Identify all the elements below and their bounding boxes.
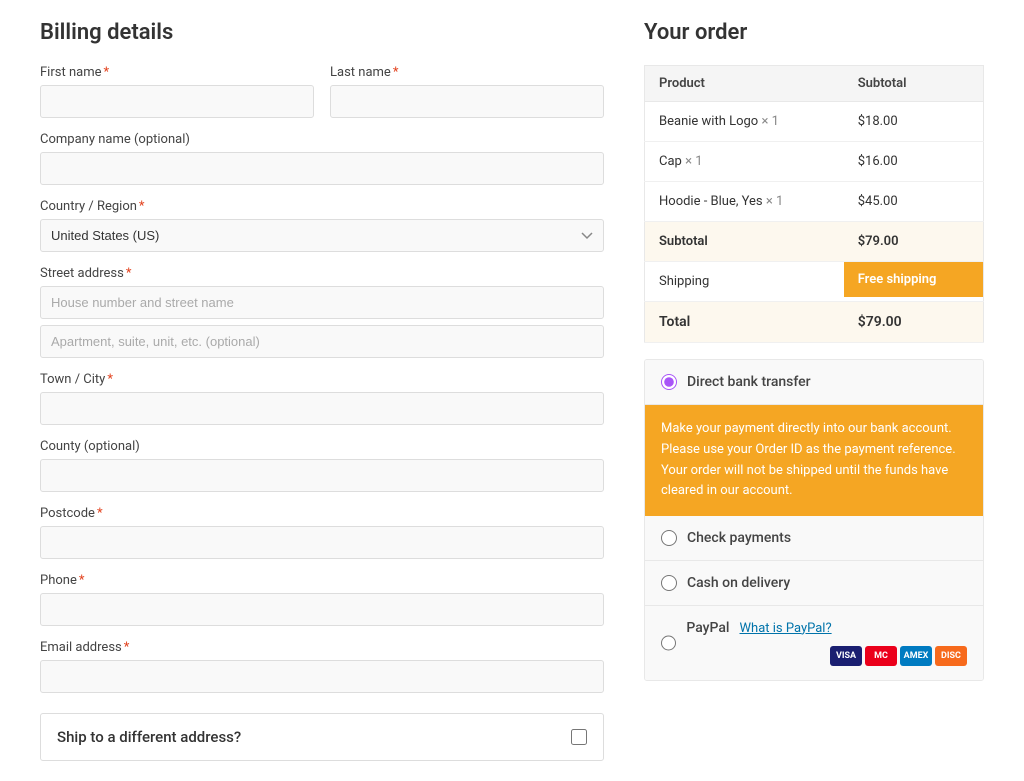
postcode-group: Postcode* [40,506,604,559]
phone-input[interactable] [40,593,604,626]
col-product: Product [645,66,844,102]
payment-option-paypal: PayPal What is PayPal? VISA MC AMEX DISC [645,606,983,680]
shipping-row: Shipping Free shipping [645,262,984,302]
country-group: Country / Region* United States (US) [40,199,604,252]
city-input[interactable] [40,392,604,425]
email-label: Email address* [40,640,604,655]
company-label: Company name (optional) [40,132,604,147]
payment-label-paypal[interactable]: PayPal [686,620,729,636]
total-label: Total [645,302,844,343]
order-section: Your order Product Subtotal Beanie with … [644,20,984,761]
last-name-label: Last name* [330,65,604,80]
payment-options: Direct bank transfer Make your payment d… [644,359,984,681]
street-label: Street address* [40,266,604,281]
payment-label-check[interactable]: Check payments [687,530,791,546]
name-row: First name* Last name* [40,65,604,118]
item-name: Hoodie - Blue, Yes × 1 [645,182,844,222]
subtotal-label: Subtotal [645,222,844,262]
paypal-link[interactable]: What is PayPal? [740,621,832,636]
amex-icon: AMEX [900,646,932,666]
county-input[interactable] [40,459,604,492]
company-input[interactable] [40,152,604,185]
phone-label: Phone* [40,573,604,588]
ship-different-toggle[interactable]: Ship to a different address? [40,713,604,761]
payment-option-bank: Direct bank transfer [645,360,983,405]
last-name-input[interactable] [330,85,604,118]
payment-radio-check[interactable] [661,530,677,546]
phone-group: Phone* [40,573,604,626]
free-shipping-badge: Free shipping [844,262,983,297]
page-container: Billing details First name* Last name* C… [40,20,984,761]
last-name-group: Last name* [330,65,604,118]
order-item-row: Beanie with Logo × 1 $18.00 [645,102,984,142]
col-subtotal: Subtotal [844,66,984,102]
payment-option-check: Check payments [645,516,983,561]
paypal-icons: VISA MC AMEX DISC [830,646,967,666]
first-name-group: First name* [40,65,314,118]
order-item-row: Cap × 1 $16.00 [645,142,984,182]
bank-transfer-info: Make your payment directly into our bank… [645,405,983,516]
discover-icon: DISC [935,646,967,666]
company-group: Company name (optional) [40,132,604,185]
billing-heading: Billing details [40,20,604,45]
street-input-1[interactable] [40,286,604,319]
ship-different-checkbox[interactable] [571,729,587,745]
street-input-2[interactable] [40,325,604,358]
order-table: Product Subtotal Beanie with Logo × 1 $1… [644,65,984,343]
email-input[interactable] [40,660,604,693]
item-name: Cap × 1 [645,142,844,182]
ship-different-label: Ship to a different address? [57,728,241,746]
payment-label-bank[interactable]: Direct bank transfer [687,374,811,390]
postcode-label: Postcode* [40,506,604,521]
first-name-label: First name* [40,65,314,80]
subtotal-row: Subtotal $79.00 [645,222,984,262]
county-label: County (optional) [40,439,604,454]
country-select[interactable]: United States (US) [40,219,604,252]
item-name: Beanie with Logo × 1 [645,102,844,142]
country-label: Country / Region* [40,199,604,214]
payment-option-cod: Cash on delivery [645,561,983,606]
item-price: $18.00 [844,102,984,142]
item-price: $45.00 [844,182,984,222]
city-label: Town / City* [40,372,604,387]
total-value: $79.00 [844,302,984,343]
shipping-value-cell: Free shipping [844,262,984,302]
payment-radio-bank[interactable] [661,374,677,390]
visa-icon: VISA [830,646,862,666]
county-group: County (optional) [40,439,604,492]
total-row: Total $79.00 [645,302,984,343]
email-group: Email address* [40,640,604,693]
paypal-row: PayPal What is PayPal? VISA MC AMEX DISC [686,620,967,666]
payment-radio-paypal[interactable] [661,635,676,651]
shipping-label: Shipping [645,262,844,302]
item-price: $16.00 [844,142,984,182]
first-name-input[interactable] [40,85,314,118]
mastercard-icon: MC [865,646,897,666]
postcode-input[interactable] [40,526,604,559]
order-heading: Your order [644,20,984,45]
subtotal-value: $79.00 [844,222,984,262]
city-group: Town / City* [40,372,604,425]
payment-radio-cod[interactable] [661,575,677,591]
billing-section: Billing details First name* Last name* C… [40,20,604,761]
order-item-row: Hoodie - Blue, Yes × 1 $45.00 [645,182,984,222]
payment-label-cod[interactable]: Cash on delivery [687,575,790,591]
street-group: Street address* [40,266,604,358]
